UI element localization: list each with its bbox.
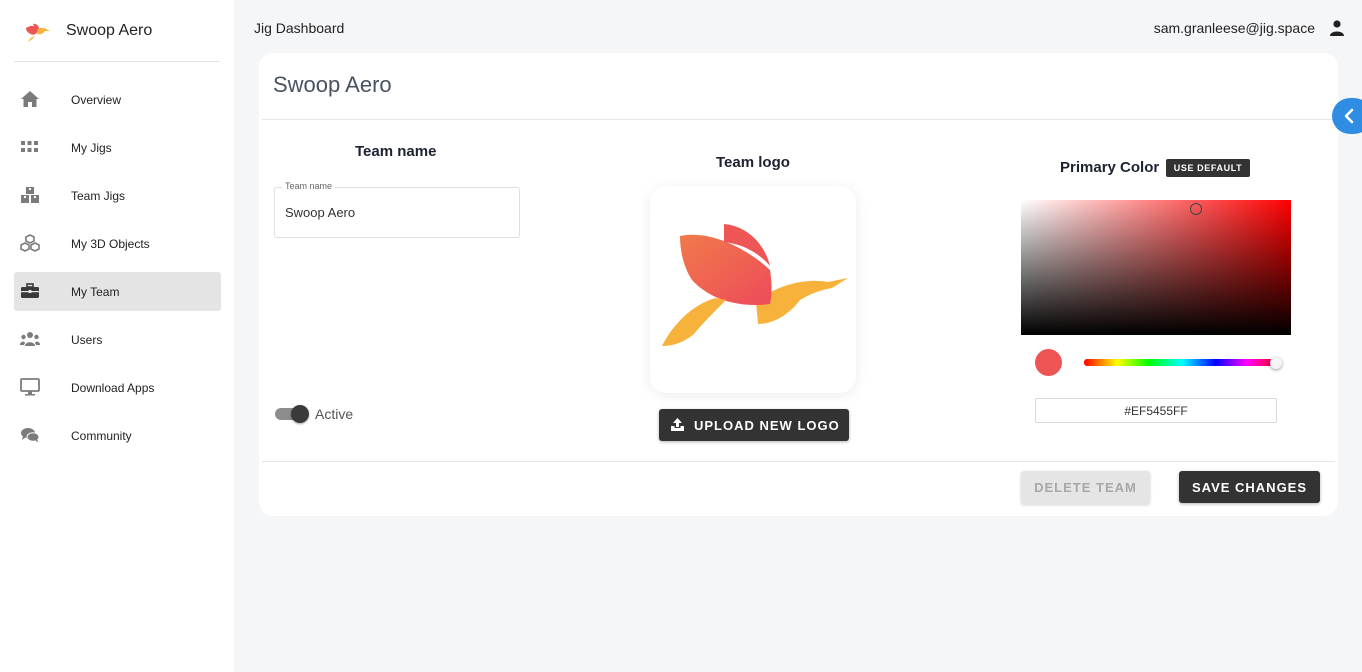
sidebar-item-label: My Team: [71, 285, 120, 299]
collapse-panel-button[interactable]: [1332, 98, 1362, 134]
saturation-cursor[interactable]: [1190, 203, 1202, 215]
chat-icon: [21, 428, 40, 443]
desktop-icon: [20, 378, 40, 396]
use-default-button[interactable]: USE DEFAULT: [1166, 159, 1250, 177]
upload-icon: [671, 418, 684, 431]
user-icon[interactable]: [1330, 20, 1344, 36]
chevron-left-icon: [1344, 108, 1354, 124]
hex-color-input[interactable]: [1035, 398, 1277, 423]
sidebar-item-community[interactable]: Community: [14, 416, 221, 455]
sidebar-item-label: Team Jigs: [71, 189, 126, 203]
sidebar-item-label: Overview: [71, 93, 122, 107]
sidebar: Swoop Aero Overview My Jigs Team Jigs My…: [0, 0, 234, 672]
hue-slider[interactable]: [1084, 359, 1280, 366]
sidebar-item-my-team[interactable]: My Team: [14, 272, 221, 311]
team-name-heading: Team name: [355, 143, 437, 160]
upload-logo-label: UPLOAD NEW LOGO: [694, 418, 840, 433]
active-toggle[interactable]: [275, 405, 311, 423]
brand-name: Swoop Aero: [66, 22, 153, 39]
page-title: Swoop Aero: [273, 72, 392, 97]
swoop-bird-logo-icon: [26, 23, 50, 42]
sidebar-item-my-3d-objects[interactable]: My 3D Objects: [14, 224, 221, 263]
card-divider: [262, 119, 1335, 120]
brand: Swoop Aero: [0, 0, 234, 62]
team-name-field-label: Team name: [282, 181, 336, 191]
team-name-input[interactable]: [285, 205, 510, 220]
team-logo-heading: Team logo: [716, 154, 790, 171]
sidebar-item-my-jigs[interactable]: My Jigs: [14, 128, 221, 167]
users-icon: [20, 332, 40, 346]
sidebar-item-download-apps[interactable]: Download Apps: [14, 368, 221, 407]
delete-team-button[interactable]: DELETE TEAM: [1021, 471, 1150, 504]
cubes-icon: [20, 234, 40, 252]
hue-slider-handle[interactable]: [1270, 357, 1282, 369]
briefcase-icon: [21, 283, 39, 298]
card-divider: [262, 461, 1335, 462]
page-breadcrumb: Jig Dashboard: [254, 20, 345, 36]
color-preview-swatch: [1035, 349, 1062, 376]
color-saturation-picker[interactable]: [1021, 200, 1291, 335]
upload-logo-button[interactable]: UPLOAD NEW LOGO: [659, 409, 849, 441]
boxes-icon: [21, 187, 39, 203]
sidebar-item-label: My 3D Objects: [71, 237, 150, 251]
sidebar-nav: Overview My Jigs Team Jigs My 3D Objects: [14, 80, 221, 464]
sidebar-item-label: Community: [71, 429, 132, 443]
sidebar-item-team-jigs[interactable]: Team Jigs: [14, 176, 221, 215]
sidebar-item-overview[interactable]: Overview: [14, 80, 221, 119]
sidebar-item-label: Download Apps: [71, 381, 155, 395]
sidebar-item-label: Users: [71, 333, 103, 347]
swoop-bird-logo-icon: [662, 224, 848, 346]
team-logo-preview: [650, 186, 856, 393]
active-label: Active: [315, 406, 354, 422]
grid-icon: [21, 141, 38, 152]
save-changes-button[interactable]: SAVE CHANGES: [1179, 471, 1320, 503]
sidebar-item-users[interactable]: Users: [14, 320, 221, 359]
primary-color-heading: Primary Color: [1060, 159, 1160, 176]
sidebar-item-label: My Jigs: [71, 141, 112, 155]
home-icon: [21, 91, 39, 107]
user-email[interactable]: sam.granleese@jig.space: [1154, 20, 1315, 36]
team-settings-card: Swoop Aero Team name Team name Active Te…: [259, 53, 1338, 516]
sidebar-divider: [14, 61, 220, 62]
team-name-field[interactable]: Team name: [274, 181, 520, 238]
toggle-knob: [291, 405, 309, 423]
